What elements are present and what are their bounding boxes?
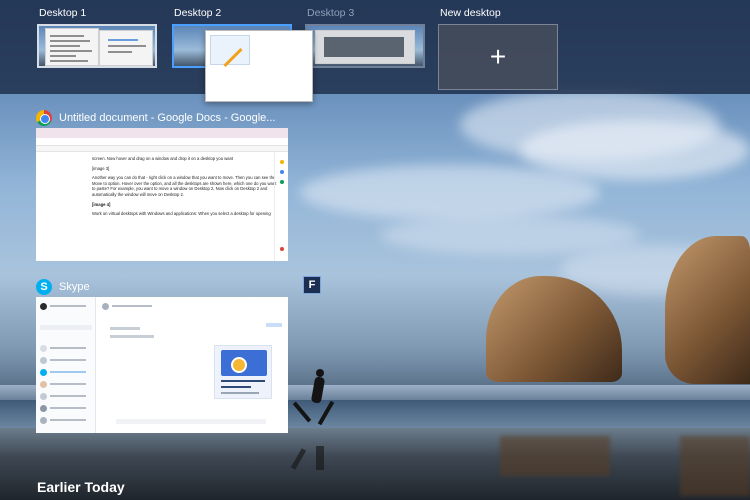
desktop-3[interactable]: Desktop 3	[305, 7, 425, 68]
skype-window-preview[interactable]	[36, 297, 288, 433]
docs-paragraph: Work on virtual desktops with Windows an…	[92, 211, 271, 217]
rock-arch-left	[486, 276, 622, 382]
desktop-1-label: Desktop 1	[39, 7, 87, 19]
docs-paragraph: [image 3]	[92, 165, 110, 171]
runner-silhouette	[316, 369, 324, 377]
dragged-window-thumbnail[interactable]	[205, 30, 313, 102]
plus-icon: +	[489, 41, 507, 72]
timeline-section-label: Earlier Today	[37, 479, 125, 495]
docs-paragraph: [image 4]	[92, 201, 111, 207]
desktop-2-label: Desktop 2	[174, 7, 222, 19]
window-title-docs: Untitled document - Google Docs - Google…	[59, 112, 276, 124]
docs-paragraph: Another way you can do that - right clic…	[92, 175, 277, 197]
desktop-3-thumbnail[interactable]	[305, 24, 425, 68]
new-desktop[interactable]: New desktop +	[438, 7, 558, 90]
docs-window-preview[interactable]: screen. Now hover and drag on a window a…	[36, 128, 288, 261]
chrome-icon	[36, 110, 52, 126]
app-badge-f[interactable]: F	[303, 276, 321, 294]
skype-contacts-panel	[36, 297, 96, 433]
desktop-3-label: Desktop 3	[307, 7, 355, 19]
desktop-2[interactable]: Desktop 2	[172, 7, 292, 68]
skype-shared-card	[214, 345, 272, 399]
window-title-skype: Skype	[59, 281, 90, 293]
docs-paragraph: screen. Now hover and drag on a window a…	[92, 156, 234, 161]
window-skype[interactable]: S Skype	[36, 277, 288, 435]
docs-document-body: screen. Now hover and drag on a window a…	[36, 152, 288, 261]
virtual-desktops-bar: Desktop 1 Desktop 2 Desktop 3 New deskto…	[0, 0, 750, 94]
new-desktop-button[interactable]: +	[438, 24, 558, 90]
desktop-1[interactable]: Desktop 1	[37, 7, 157, 68]
new-desktop-label: New desktop	[440, 7, 501, 19]
window-google-docs[interactable]: Untitled document - Google Docs - Google…	[36, 108, 288, 268]
skype-chat-panel	[96, 297, 288, 433]
skype-icon: S	[36, 279, 52, 295]
desktop-1-thumbnail[interactable]	[37, 24, 157, 68]
docs-side-panel	[274, 152, 288, 261]
